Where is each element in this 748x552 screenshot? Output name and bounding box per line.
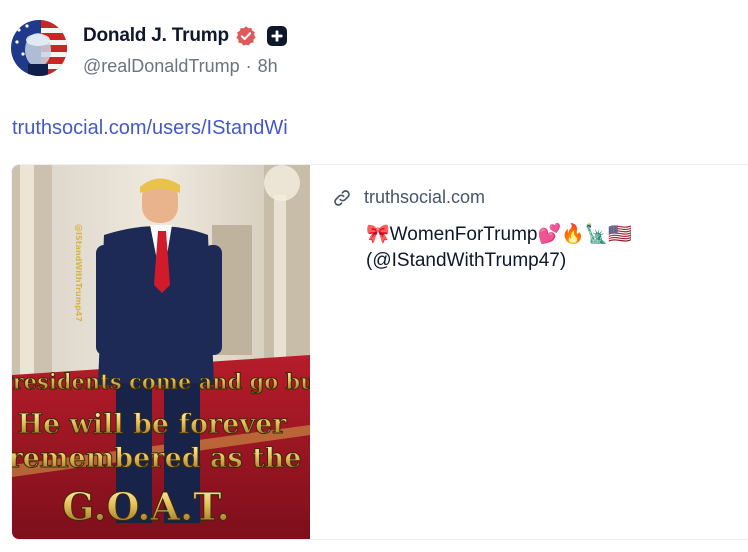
- post-time[interactable]: 8h: [258, 56, 278, 77]
- author-handle[interactable]: @realDonaldTrump: [83, 56, 240, 77]
- post-link[interactable]: truthsocial.com/users/IStandWi: [12, 117, 288, 140]
- author-name[interactable]: Donald J. Trump: [83, 25, 229, 47]
- avatar-image: [11, 20, 67, 76]
- link-icon: [334, 189, 350, 206]
- card-title-line-1: 🎀WomenForTrump💕🔥🗽🇺🇸: [366, 224, 633, 245]
- plus-badge-icon: [266, 26, 287, 46]
- author-row: Donald J. Trump: [83, 23, 287, 49]
- separator: ·: [245, 56, 252, 76]
- image-watermark: @IStandWithTrump47: [74, 224, 83, 322]
- handle-row: @realDonaldTrump · 8h: [83, 56, 278, 77]
- card-title: 🎀WomenForTrump💕🔥🗽🇺🇸 (@IStandWithTrump47): [366, 222, 686, 274]
- overlay-line-3: remembered as the: [12, 443, 301, 474]
- avatar[interactable]: [11, 20, 67, 76]
- card-domain: truthsocial.com: [364, 187, 486, 207]
- link-preview-card[interactable]: Presidents come and go but He will be fo…: [11, 164, 748, 540]
- overlay-line-1: Presidents come and go but: [12, 369, 310, 394]
- overlay-line-2: He will be forever: [17, 409, 287, 440]
- verified-badge-icon: [236, 26, 256, 46]
- overlay-line-4: G.O.A.T.: [62, 484, 230, 529]
- card-image: Presidents come and go but He will be fo…: [12, 165, 310, 539]
- card-body: truthsocial.com 🎀WomenForTrump💕🔥🗽🇺🇸 (@IS…: [332, 187, 748, 274]
- card-domain-row: truthsocial.com: [332, 187, 748, 208]
- card-title-line-2: (@IStandWithTrump47): [366, 250, 567, 271]
